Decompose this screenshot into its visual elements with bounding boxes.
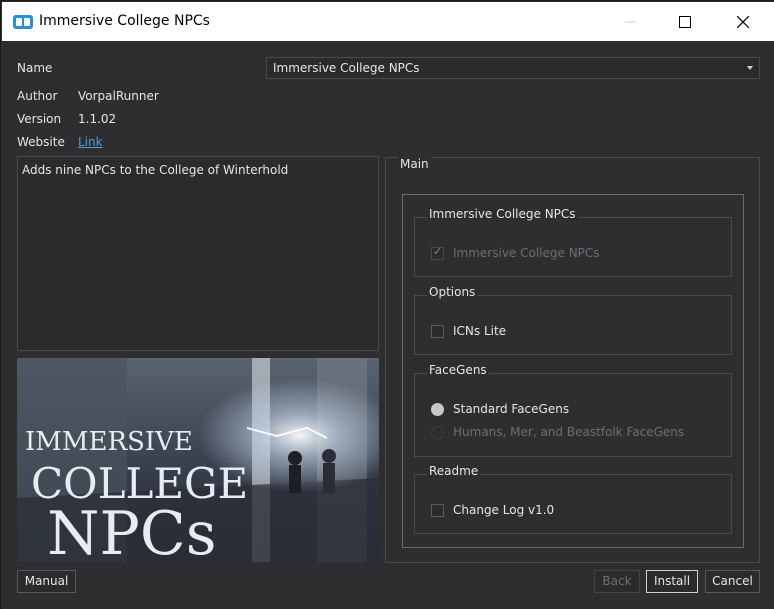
banner-line3: NPCs — [47, 499, 217, 562]
banner-line1: IMMERSIVE — [25, 427, 193, 457]
checkbox[interactable] — [431, 504, 444, 517]
maximize-button[interactable] — [662, 2, 708, 41]
cancel-button[interactable]: Cancel — [705, 570, 760, 593]
checkbox[interactable] — [431, 325, 444, 338]
main-group: Main Immersive College NPCs ✓ Immersive … — [385, 157, 760, 563]
main-group-title: Main — [398, 157, 431, 171]
radio-button[interactable] — [431, 426, 444, 439]
close-button[interactable] — [720, 2, 766, 41]
option-label: Change Log v1.0 — [453, 503, 555, 517]
chevron-down-icon — [747, 66, 753, 70]
website-link[interactable]: Link — [78, 135, 103, 149]
name-dropdown-value: Immersive College NPCs — [273, 61, 420, 75]
author-value: VorpalRunner — [78, 89, 159, 103]
mod-banner-image: IMMERSIVE COLLEGE NPCs — [17, 358, 379, 562]
version-value: 1.1.02 — [78, 112, 117, 126]
content-area: Name Immersive College NPCs Author Vorpa… — [2, 41, 774, 609]
group-facegens: FaceGens Standard FaceGens Humans, Mer, … — [414, 363, 732, 457]
description-text: Adds nine NPCs to the College of Winterh… — [22, 163, 289, 177]
description-box[interactable]: Adds nine NPCs to the College of Winterh… — [17, 156, 379, 351]
install-button[interactable]: Install — [646, 570, 698, 593]
back-button[interactable]: Back — [594, 570, 640, 593]
minimize-icon — [625, 21, 636, 23]
website-label: Website — [17, 135, 65, 149]
option-label: Humans, Mer, and Beastfolk FaceGens — [453, 425, 685, 439]
manual-button[interactable]: Manual — [17, 570, 76, 593]
name-label: Name — [17, 61, 53, 75]
app-icon — [13, 15, 33, 29]
name-dropdown[interactable]: Immersive College NPCs — [266, 57, 760, 79]
option-label: Immersive College NPCs — [453, 246, 600, 260]
options-frame: Immersive College NPCs ✓ Immersive Colle… — [402, 194, 744, 548]
checkmark-icon: ✓ — [433, 245, 443, 258]
checkbox[interactable]: ✓ — [431, 245, 444, 260]
option-label: Standard FaceGens — [453, 402, 570, 416]
title-bar[interactable]: Immersive College NPCs — [2, 2, 774, 41]
version-label: Version — [17, 112, 62, 126]
author-label: Author — [17, 89, 58, 103]
close-icon — [737, 16, 749, 28]
group-title: FaceGens — [427, 363, 489, 377]
installer-window: Immersive College NPCs Name Immersive Co… — [0, 0, 774, 609]
group-immersive-college-npcs: Immersive College NPCs ✓ Immersive Colle… — [414, 207, 732, 277]
radio-button[interactable] — [431, 403, 444, 416]
group-options: Options ICNs Lite — [414, 285, 732, 355]
banner-artwork: IMMERSIVE COLLEGE NPCs — [17, 358, 379, 562]
group-title: Immersive College NPCs — [427, 207, 578, 221]
group-readme: Readme Change Log v1.0 — [414, 464, 732, 534]
group-title: Options — [427, 285, 478, 299]
group-title: Readme — [427, 464, 481, 478]
minimize-button[interactable] — [608, 2, 654, 41]
option-label: ICNs Lite — [453, 324, 507, 338]
window-title: Immersive College NPCs — [39, 13, 210, 29]
maximize-icon — [679, 16, 691, 28]
